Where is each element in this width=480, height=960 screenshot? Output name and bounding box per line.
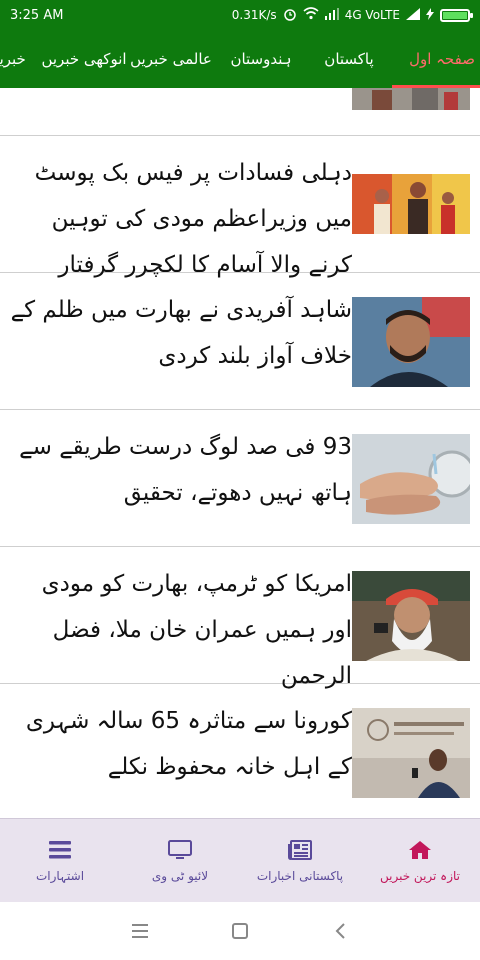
network-type: 4G VoLTE	[344, 8, 400, 22]
news-headline[interactable]: امریکا کو ٹرمپ، بھارت کو مودی اور ہمیں ع…	[8, 561, 352, 699]
fazl-ur-rehman-at-microphone	[352, 571, 470, 661]
charging-icon	[426, 7, 434, 23]
news-item[interactable]: شاہد آفریدی نے بھارت میں ظلم کے خلاف آوا…	[0, 273, 480, 410]
tab-pakistan[interactable]: پاکستان	[306, 30, 392, 88]
news-headline[interactable]: 93 فی صد لوگ درست طریقے سے ہاتھ نہیں دھو…	[8, 424, 352, 516]
battery-level	[443, 11, 467, 19]
tab-track: صفحہ اول پاکستان ہندوستان عالمی خبریں ان…	[0, 30, 480, 88]
clock: 3:25 AM	[10, 7, 64, 23]
news-headline[interactable]: دہلی فسادات پر فیس بک پوسٹ میں وزیراعظم …	[8, 150, 352, 288]
bottom-nav-newspapers[interactable]: پاکستانی اخبارات	[240, 819, 360, 902]
back-button[interactable]	[325, 916, 355, 946]
wifi-icon	[303, 7, 319, 23]
bottom-nav-latest-news[interactable]: تازہ ترین خبریں	[360, 819, 480, 902]
tab-india[interactable]: ہندوستان	[216, 30, 306, 88]
alarm-icon	[283, 7, 297, 24]
bottom-nav-label: اشتہارات	[35, 868, 85, 883]
home-icon	[407, 839, 433, 861]
bottom-nav-ads[interactable]: اشتہارات	[0, 819, 120, 902]
news-headline[interactable]: کورونا سے متاثرہ 65 سالہ شہری کے اہل خان…	[8, 698, 352, 790]
tab-home[interactable]: صفحہ اول	[392, 30, 480, 88]
tab-world-news[interactable]: عالمی خبریں	[126, 30, 216, 88]
status-bar: 3:25 AM 0.31K/s 4G VoLTE	[0, 0, 480, 30]
news-list: دہلی فسادات پر فیس بک پوسٹ میں وزیراعظم …	[0, 88, 480, 818]
bottom-nav-label: پاکستانی اخبارات	[256, 868, 344, 883]
tv-icon	[167, 839, 193, 861]
menu-icon	[47, 839, 73, 861]
home-button[interactable]	[225, 916, 255, 946]
tab-news[interactable]: خبریں	[0, 30, 42, 88]
bottom-nav-label: تازہ ترین خبریں	[379, 868, 461, 883]
news-item[interactable]: کورونا سے متاثرہ 65 سالہ شہری کے اہل خان…	[0, 684, 480, 818]
news-item[interactable]: دہلی فسادات پر فیس بک پوسٹ میں وزیراعظم …	[0, 136, 480, 278]
shahid-afridi-portrait	[352, 297, 470, 387]
news-item[interactable]: امریکا کو ٹرمپ، بھارت کو مودی اور ہمیں ع…	[0, 547, 480, 689]
tab-strange-news[interactable]: انوکھی خبریں	[41, 30, 126, 88]
recent-apps-button[interactable]	[125, 916, 155, 946]
bottom-nav-label: لائیو ٹی وی	[151, 868, 209, 883]
system-navigation-bar	[0, 902, 480, 960]
category-tabs: صفحہ اول پاکستان ہندوستان عالمی خبریں ان…	[0, 30, 480, 88]
bottom-navigation: اشتہارات لائیو ٹی وی پاکستانی اخبارات تا…	[0, 818, 480, 902]
battery-icon	[440, 8, 473, 22]
news-item[interactable]: 93 فی صد لوگ درست طریقے سے ہاتھ نہیں دھو…	[0, 410, 480, 547]
status-icons: 0.31K/s 4G VoLTE	[231, 7, 473, 24]
news-headline[interactable]: شاہد آفریدی نے بھارت میں ظلم کے خلاف آوا…	[8, 287, 352, 379]
aga-khan-hospital-thumbnail	[352, 708, 470, 798]
hand-washing-thumbnail	[352, 434, 470, 524]
partial-news-image	[352, 88, 470, 110]
signal-icon	[324, 7, 339, 23]
newspaper-icon	[287, 839, 313, 861]
bottom-nav-live-tv[interactable]: لائیو ٹی وی	[120, 819, 240, 902]
net-speed: 0.31K/s	[231, 8, 277, 22]
news-item-partial[interactable]	[0, 88, 480, 136]
man-in-crowd-thumbnail	[352, 174, 470, 264]
signal-icon-2	[406, 7, 420, 23]
